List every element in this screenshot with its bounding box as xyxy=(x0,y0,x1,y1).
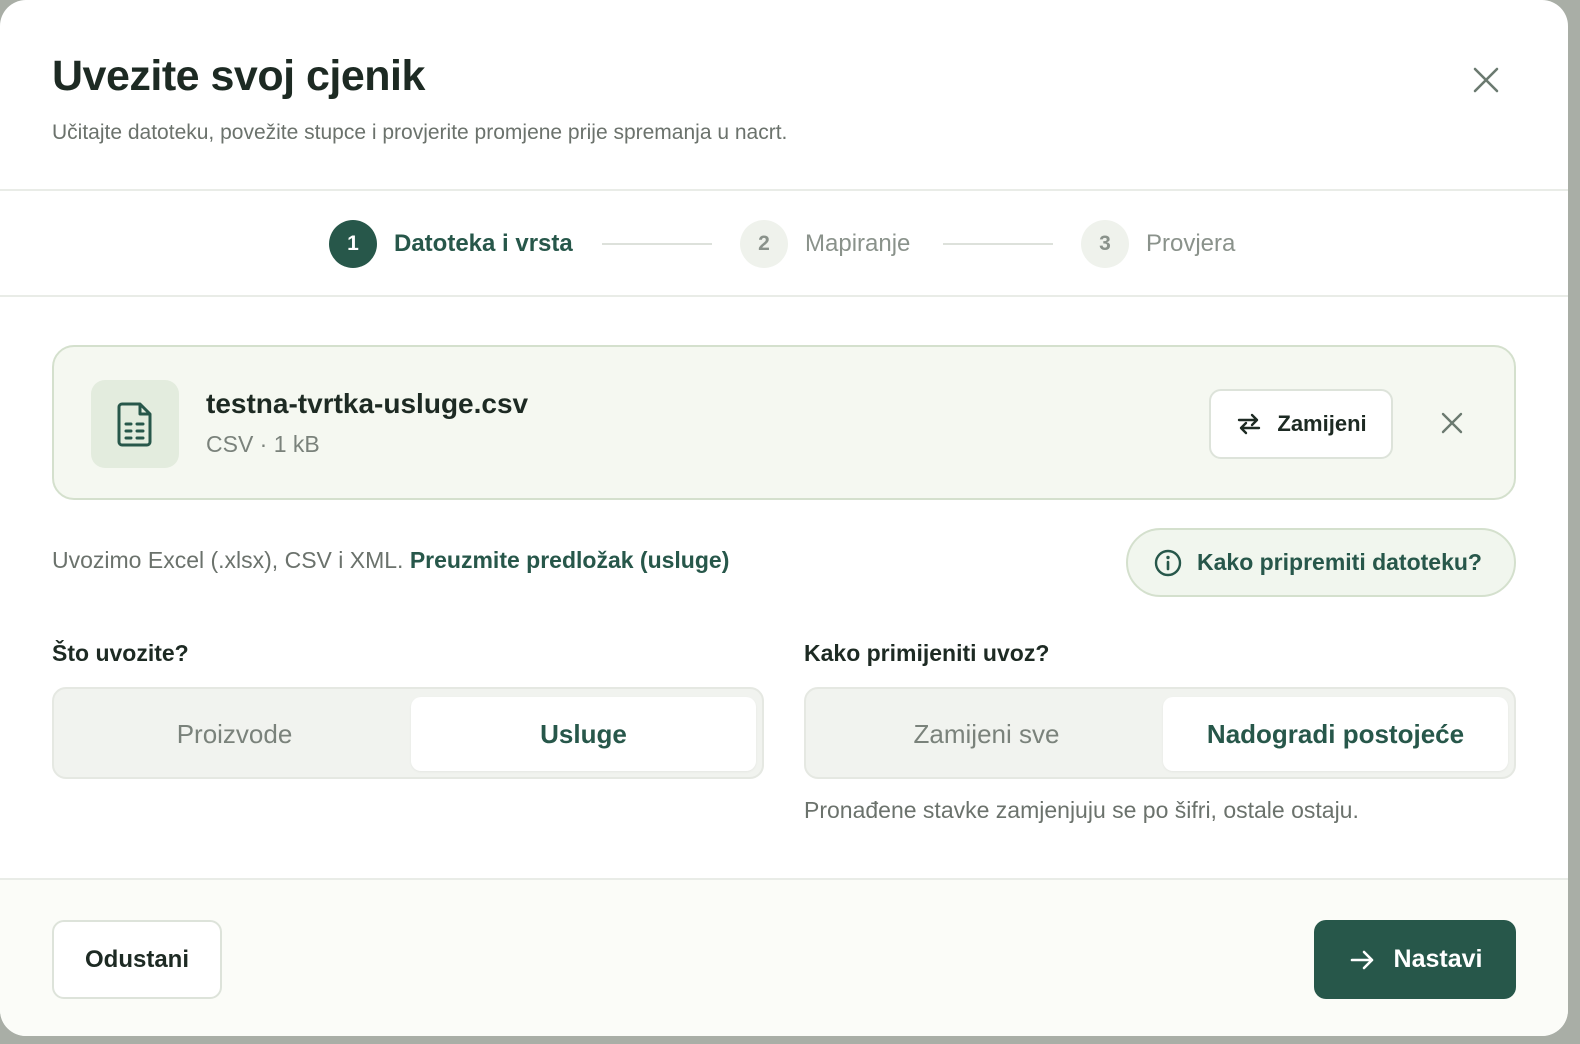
dialog-title: Uvezite svoj cjenik xyxy=(52,52,425,100)
spreadsheet-file-icon xyxy=(117,402,152,447)
step-review[interactable]: 3 Provjera xyxy=(1081,220,1235,268)
dialog-footer: Odustani Nastavi xyxy=(0,878,1568,1036)
close-icon xyxy=(1441,412,1463,434)
continue-label: Nastavi xyxy=(1393,945,1483,973)
option-services[interactable]: Usluge xyxy=(411,697,756,771)
uploaded-file-card: testna-tvrtka-usluge.csv CSV · 1 kB Zami… xyxy=(52,345,1516,500)
supported-formats: Uvozimo Excel (.xlsx), CSV i XML. Preuzm… xyxy=(52,547,729,574)
file-help-button[interactable]: Kako pripremiti datoteku? xyxy=(1126,528,1516,597)
step-number: 3 xyxy=(1081,220,1129,268)
option-update-existing[interactable]: Nadogradi postojeće xyxy=(1163,697,1508,771)
close-icon xyxy=(1473,67,1499,93)
file-icon-box xyxy=(91,380,179,468)
step-label: Datoteka i vrsta xyxy=(394,230,573,257)
apply-mode-toggle: Zamijeni sve Nadogradi postojeće xyxy=(804,687,1516,779)
file-name: testna-tvrtka-usluge.csv xyxy=(206,388,529,419)
file-meta: CSV · 1 kB xyxy=(206,431,320,457)
remove-file-button[interactable] xyxy=(1430,401,1474,445)
download-template-link[interactable]: Preuzmite predložak (usluge) xyxy=(410,547,730,573)
cancel-button[interactable]: Odustani xyxy=(52,920,222,999)
dialog-subtitle: Učitajte datoteku, povežite stupce i pro… xyxy=(52,121,788,144)
import-type-toggle: Proizvode Usluge xyxy=(52,687,764,779)
arrow-right-icon xyxy=(1350,950,1373,969)
dialog-header: Uvezite svoj cjenik Učitajte datoteku, p… xyxy=(0,0,1568,191)
option-products[interactable]: Proizvode xyxy=(62,697,407,771)
help-label: Kako pripremiti datoteku? xyxy=(1197,549,1482,575)
swap-icon xyxy=(1238,413,1261,435)
replace-label: Zamijeni xyxy=(1277,411,1367,436)
step-connector xyxy=(602,243,712,245)
step-file-type[interactable]: 1 Datoteka i vrsta xyxy=(329,220,573,268)
import-type-label: Što uvozite? xyxy=(52,640,189,666)
close-dialog-button[interactable] xyxy=(1462,56,1510,104)
step-connector xyxy=(943,243,1053,245)
step-label: Provjera xyxy=(1146,230,1236,257)
formats-text: Uvozimo Excel (.xlsx), CSV i XML. xyxy=(52,547,404,573)
import-dialog: Uvezite svoj cjenik Učitajte datoteku, p… xyxy=(0,0,1568,1036)
apply-mode-hint: Pronađene stavke zamjenjuju se po šifri,… xyxy=(804,797,1359,823)
step-number: 2 xyxy=(740,220,788,268)
step-mapping[interactable]: 2 Mapiranje xyxy=(740,220,910,268)
info-icon xyxy=(1154,549,1182,576)
continue-button[interactable]: Nastavi xyxy=(1314,920,1516,999)
option-replace-all[interactable]: Zamijeni sve xyxy=(814,697,1159,771)
stepper: 1 Datoteka i vrsta 2 Mapiranje 3 Provjer… xyxy=(0,191,1568,297)
step-label: Mapiranje xyxy=(805,230,911,257)
apply-mode-label: Kako primijeniti uvoz? xyxy=(804,640,1050,666)
replace-file-button[interactable]: Zamijeni xyxy=(1209,389,1393,459)
step-number: 1 xyxy=(329,220,377,268)
